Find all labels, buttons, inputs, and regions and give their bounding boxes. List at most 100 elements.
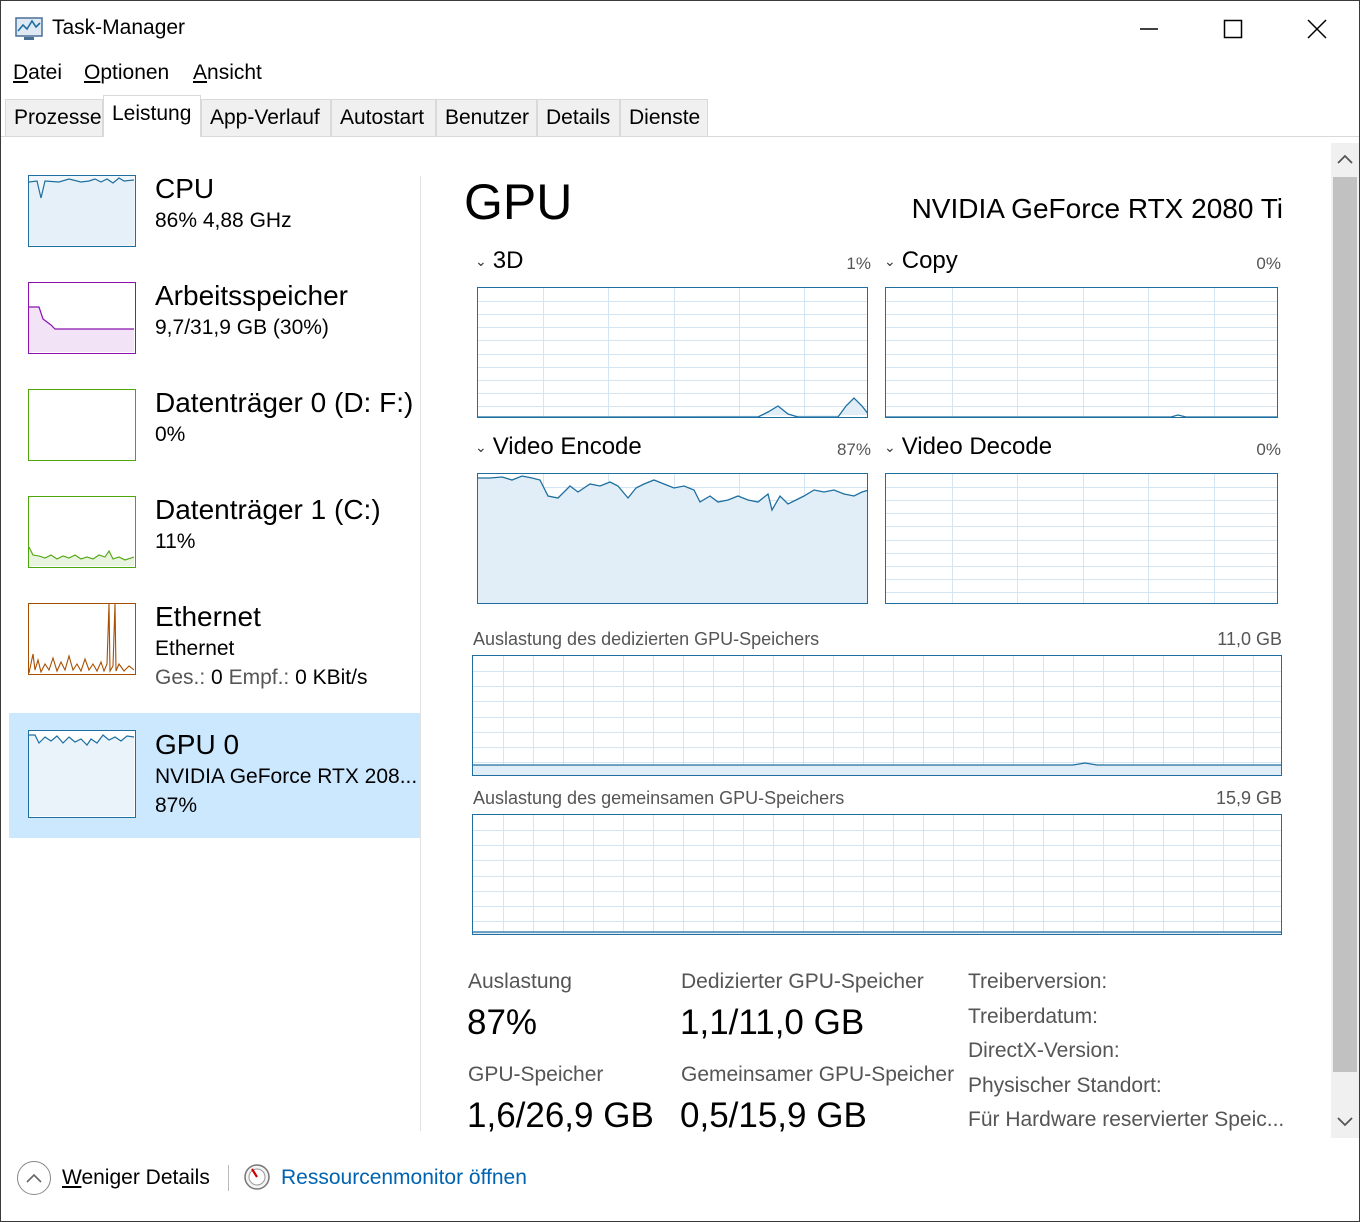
chevron-down-icon: ⌄ xyxy=(475,438,487,455)
dedicated-gpu-memory-label: Dedizierter GPU-Speicher xyxy=(681,970,924,993)
engine-label: 3D xyxy=(492,247,524,274)
recv-value: 0 KBit/s xyxy=(295,666,368,689)
resource-monitor-icon[interactable] xyxy=(243,1163,271,1191)
shared-gpu-memory-label: Gemeinsamer GPU-Speicher xyxy=(681,1063,955,1086)
chevron-up-icon xyxy=(1337,154,1353,164)
disk-0-thumbnail-graph xyxy=(28,389,136,461)
menu-label: nsicht xyxy=(207,61,262,84)
maximize-icon xyxy=(1223,19,1243,39)
open-resource-monitor-link[interactable]: Ressourcenmonitor öffnen xyxy=(281,1166,527,1190)
sidebar-item-gpu-0[interactable]: GPU 0 NVIDIA GeForce RTX 208... 87% xyxy=(9,713,420,838)
close-button[interactable] xyxy=(1275,1,1359,57)
page-title: GPU xyxy=(464,174,573,230)
engine-label: Copy xyxy=(901,247,958,274)
dedicated-memory-series xyxy=(473,762,1281,775)
shared-gpu-memory-value: 0,5/15,9 GB xyxy=(680,1096,867,1135)
dedicated-memory-label: Auslastung des dedizierten GPU-Speichers xyxy=(473,629,820,649)
fewer-details-accel: W xyxy=(62,1166,82,1189)
sidebar-item-title: GPU 0 xyxy=(155,729,240,760)
engine-video-encode-selector[interactable]: ⌄ Video Encode xyxy=(475,433,642,461)
sidebar-item-title: Datenträger 0 (D: F:) xyxy=(155,387,414,418)
tab-details[interactable]: Details xyxy=(537,99,620,136)
tab-bar: Prozesse Leistung App-Verlauf Autostart … xyxy=(1,95,1359,137)
sidebar-item-cpu[interactable]: CPU 86% 4,88 GHz xyxy=(9,161,420,268)
tab-dienste[interactable]: Dienste xyxy=(620,99,708,136)
ethernet-thumbnail-graph xyxy=(28,603,136,675)
menu-bar: Datei Optionen Ansicht xyxy=(1,59,1359,91)
driver-version-label: Treiberversion: xyxy=(968,970,1108,993)
tab-benutzer[interactable]: Benutzer xyxy=(436,99,537,136)
minimize-button[interactable] xyxy=(1107,1,1191,57)
menu-datei[interactable]: Datei xyxy=(13,61,62,85)
menu-ansicht[interactable]: Ansicht xyxy=(193,61,262,85)
footer-divider xyxy=(228,1165,229,1191)
dedicated-memory-graph xyxy=(472,655,1282,776)
send-label: Ges.: xyxy=(155,666,206,689)
chevron-down-icon: ⌄ xyxy=(884,438,896,455)
scrollbar-thumb[interactable] xyxy=(1333,177,1357,1072)
tab-autostart[interactable]: Autostart xyxy=(331,99,436,136)
sidebar-item-title: Arbeitsspeicher xyxy=(155,280,348,311)
menu-accel: A xyxy=(193,61,208,84)
tab-leistung[interactable]: Leistung xyxy=(103,95,201,137)
maximize-button[interactable] xyxy=(1191,1,1275,57)
fewer-details-button[interactable]: Weniger Details xyxy=(62,1166,210,1190)
sidebar-item-title: Ethernet xyxy=(155,601,261,632)
gpu-memory-value: 1,6/26,9 GB xyxy=(467,1096,654,1135)
engine-percent: 0% xyxy=(1256,254,1281,273)
window-title: Task-Manager xyxy=(52,16,186,39)
scroll-up-button[interactable] xyxy=(1331,143,1359,175)
menu-label: atei xyxy=(28,61,63,84)
engine-copy-graph xyxy=(885,287,1278,418)
directx-version-label: DirectX-Version: xyxy=(968,1039,1120,1062)
engine-video-encode-series xyxy=(478,475,867,603)
sidebar-item-device: NVIDIA GeForce RTX 208... xyxy=(155,765,418,788)
engine-percent: 87% xyxy=(836,440,871,459)
sidebar-item-value: 9,7/31,9 GB (30%) xyxy=(155,316,329,339)
title-bar: Task-Manager xyxy=(1,1,1359,57)
sidebar-item-disk-0[interactable]: Datenträger 0 (D: F:) 0% xyxy=(9,375,420,482)
engine-label: Video Encode xyxy=(492,433,642,460)
footer: Weniger Details Ressourcenmonitor öffnen xyxy=(1,1141,1359,1221)
utilization-label: Auslastung xyxy=(468,970,572,993)
task-manager-app-icon xyxy=(15,16,43,42)
utilization-value: 87% xyxy=(467,1003,538,1042)
task-manager-window: Task-Manager Datei Optionen Ansicht Proz… xyxy=(0,0,1360,1222)
chevron-down-icon: ⌄ xyxy=(475,252,487,269)
engine-copy-series xyxy=(886,414,1277,417)
physical-location-label: Physischer Standort: xyxy=(968,1074,1162,1097)
vertical-scrollbar[interactable] xyxy=(1331,143,1359,1138)
sidebar-item-ethernet[interactable]: Ethernet Ethernet Ges.: 0 Empf.: 0 KBit/… xyxy=(9,589,420,696)
sidebar-item-disk-1[interactable]: Datenträger 1 (C:) 11% xyxy=(9,482,420,589)
shared-memory-label: Auslastung des gemeinsamen GPU-Speichers xyxy=(473,788,845,808)
shared-memory-series xyxy=(473,931,1281,934)
sidebar-item-value: 87% xyxy=(155,794,198,817)
driver-date-label: Treiberdatum: xyxy=(968,1005,1098,1028)
gpu-device-name: NVIDIA GeForce RTX 2080 Ti xyxy=(911,193,1283,224)
scroll-down-button[interactable] xyxy=(1331,1106,1359,1138)
recv-label: Empf.: xyxy=(228,666,290,689)
menu-optionen[interactable]: Optionen xyxy=(84,61,169,85)
collapse-circle-icon[interactable] xyxy=(17,1161,51,1195)
sidebar-item-memory[interactable]: Arbeitsspeicher 9,7/31,9 GB (30%) xyxy=(9,268,420,375)
engine-label: Video Decode xyxy=(901,433,1053,460)
engine-percent: 0% xyxy=(1256,440,1281,459)
engine-copy-selector[interactable]: ⌄ Copy xyxy=(884,247,958,275)
cpu-thumbnail-graph xyxy=(28,175,136,247)
engine-3d-selector[interactable]: ⌄ 3D xyxy=(475,247,523,275)
engine-percent: 1% xyxy=(846,254,871,273)
sidebar-divider xyxy=(420,176,421,1131)
tab-prozesse[interactable]: Prozesse xyxy=(5,99,103,136)
engine-video-encode-graph xyxy=(477,473,868,604)
tab-app-verlauf[interactable]: App-Verlauf xyxy=(201,99,331,136)
graph-grid xyxy=(886,474,1277,603)
engine-video-decode-selector[interactable]: ⌄ Video Decode xyxy=(884,433,1052,461)
menu-accel: O xyxy=(84,61,101,84)
chevron-down-icon: ⌄ xyxy=(884,252,896,269)
sidebar-item-value: 11% xyxy=(155,530,196,553)
close-icon xyxy=(1307,19,1327,39)
engine-3d-graph xyxy=(477,287,868,418)
gpu-thumbnail-graph xyxy=(28,730,136,818)
shared-memory-max: 15,9 GB xyxy=(1215,788,1282,808)
sidebar-item-value: 0% xyxy=(155,423,186,446)
